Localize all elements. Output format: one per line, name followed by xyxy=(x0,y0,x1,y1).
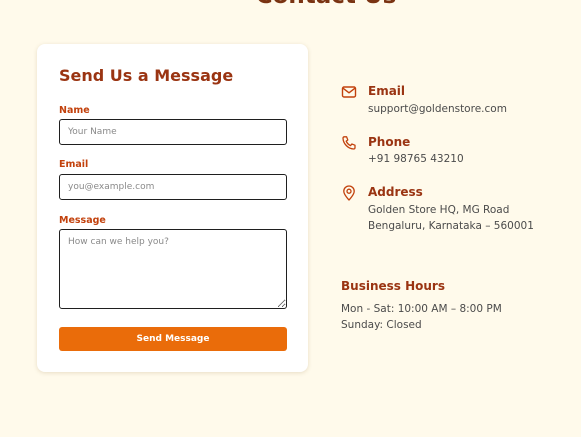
mail-icon xyxy=(341,86,357,98)
email-value[interactable]: support@goldenstore.com xyxy=(368,101,507,117)
form-heading: Send Us a Message xyxy=(59,66,234,85)
hours-sunday: Sunday: Closed xyxy=(341,319,422,331)
page-title: Contact Us xyxy=(0,0,581,10)
message-textarea[interactable] xyxy=(59,229,287,309)
phone-icon xyxy=(342,136,356,150)
business-hours-title: Business Hours xyxy=(341,279,445,293)
address-title: Address xyxy=(368,185,423,199)
phone-value[interactable]: +91 98765 43210 xyxy=(368,151,464,167)
email-input[interactable] xyxy=(59,174,287,200)
send-message-button[interactable]: Send Message xyxy=(59,327,287,351)
phone-title: Phone xyxy=(368,135,411,149)
message-label: Message xyxy=(59,215,106,226)
name-label: Name xyxy=(59,105,90,116)
email-title: Email xyxy=(368,84,406,98)
address-line-2: Bengaluru, Karnataka – 560001 xyxy=(368,220,534,232)
name-input[interactable] xyxy=(59,119,287,145)
contact-form-card: Send Us a Message Name Email Message Sen… xyxy=(37,44,308,372)
email-label: Email xyxy=(59,159,89,170)
map-pin-icon xyxy=(343,185,355,201)
address-line-1: Golden Store HQ, MG Road xyxy=(368,204,510,216)
hours-weekdays: Mon - Sat: 10:00 AM – 8:00 PM xyxy=(341,303,502,315)
